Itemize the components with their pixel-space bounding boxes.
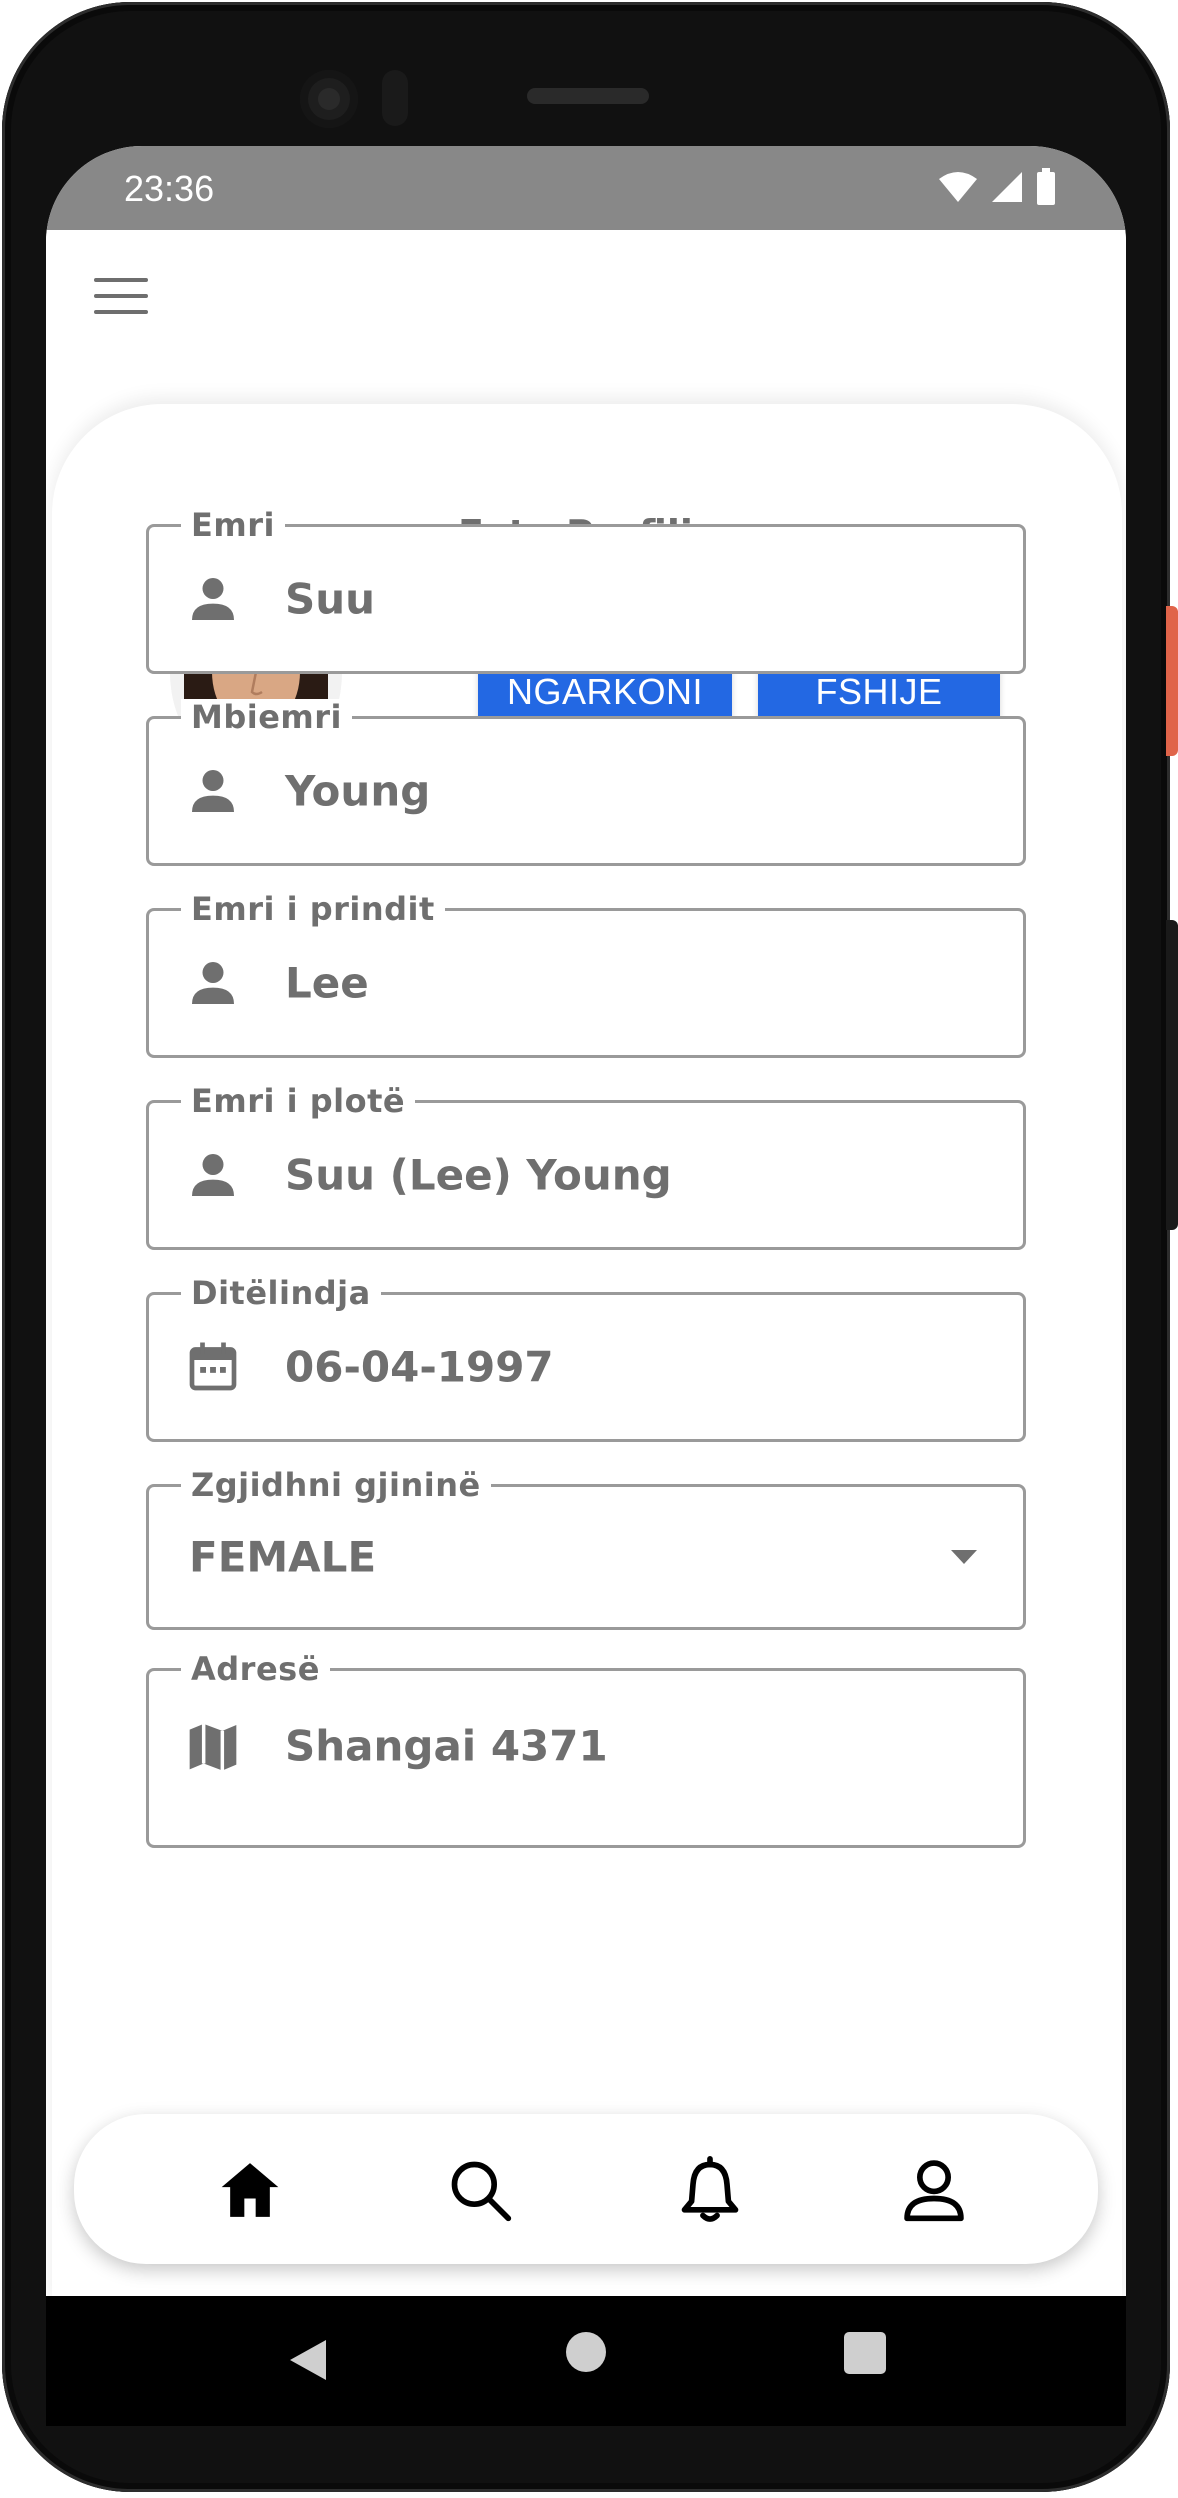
gender-value: FEMALE — [189, 1532, 377, 1582]
person-icon — [192, 770, 234, 812]
birthdate-label: Ditëlindja — [181, 1275, 381, 1311]
home-icon[interactable] — [216, 2156, 284, 2224]
earpiece-speaker — [527, 88, 649, 104]
full-name-field[interactable]: Emri i plotë Suu (Lee) Young — [146, 1083, 1026, 1250]
parent-name-value: Lee — [285, 958, 369, 1008]
recents-icon[interactable] — [844, 2332, 886, 2374]
last-name-field[interactable]: Mbiemri Young — [146, 699, 1026, 866]
birthdate-value: 06-04-1997 — [285, 1342, 554, 1392]
wifi-icon — [939, 172, 977, 202]
last-name-label: Mbiemri — [181, 699, 353, 735]
status-bar: 23:36 — [46, 146, 1126, 230]
birthdate-field[interactable]: Ditëlindja 06-04-1997 — [146, 1275, 1026, 1442]
address-label: Adresë — [181, 1651, 330, 1687]
profile-icon[interactable] — [900, 2156, 968, 2224]
power-button — [1166, 606, 1178, 756]
app-bar — [46, 230, 1126, 380]
home-circle-icon[interactable] — [566, 2332, 606, 2372]
bottom-navigation — [74, 2114, 1098, 2264]
volume-button — [1166, 920, 1178, 1230]
bell-icon[interactable] — [676, 2156, 744, 2224]
map-icon — [189, 1723, 237, 1771]
battery-icon — [1037, 168, 1055, 205]
person-icon — [192, 578, 234, 620]
last-name-value: Young — [285, 766, 431, 816]
screen: 23:36 Foto Profili — [46, 146, 1126, 2296]
signal-icon — [992, 172, 1022, 202]
full-name-label: Emri i plotë — [181, 1083, 416, 1119]
first-name-field[interactable]: Emri Suu — [146, 507, 1026, 674]
first-name-value: Suu — [285, 574, 376, 624]
parent-name-field[interactable]: Emri i prindit Lee — [146, 891, 1026, 1058]
gender-label: Zgjidhni gjininë — [181, 1467, 491, 1503]
gender-select[interactable]: Zgjidhni gjininë FEMALE — [146, 1467, 1026, 1630]
calendar-icon — [189, 1342, 237, 1391]
system-navigation-bar — [46, 2296, 1126, 2426]
proximity-sensor — [382, 70, 408, 126]
front-camera — [300, 70, 358, 128]
first-name-label: Emri — [181, 507, 285, 543]
full-name-value: Suu (Lee) Young — [285, 1150, 672, 1200]
back-icon[interactable] — [284, 2336, 332, 2384]
parent-name-label: Emri i prindit — [181, 891, 445, 927]
address-field[interactable]: Adresë Shangai 4371 — [146, 1651, 1026, 1848]
person-icon — [192, 962, 234, 1004]
dropdown-arrow-icon — [951, 1550, 977, 1564]
status-icons — [938, 168, 1056, 206]
person-icon — [192, 1154, 234, 1196]
status-time: 23:36 — [124, 168, 215, 209]
menu-icon[interactable] — [94, 278, 148, 320]
address-value: Shangai 4371 — [285, 1721, 608, 1771]
search-icon[interactable] — [446, 2156, 514, 2224]
